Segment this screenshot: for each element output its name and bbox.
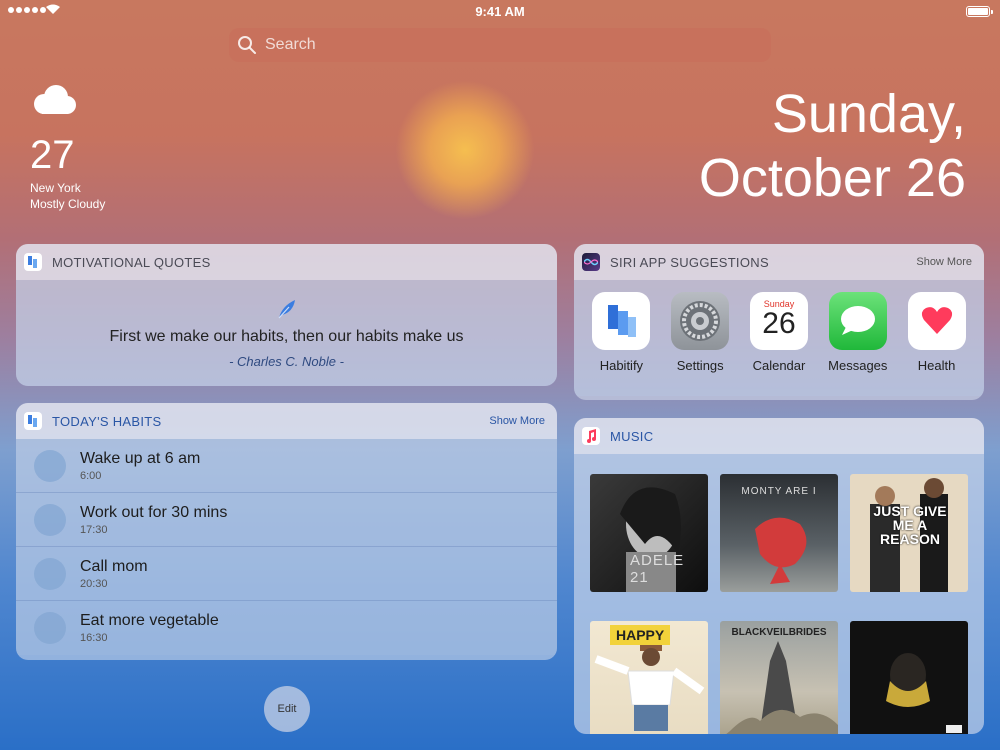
just-give-me-a-reason-album[interactable]: JUST GIVE ME A REASON: [850, 474, 968, 592]
habit-time: 20:30: [80, 577, 108, 590]
habitify-small-icon: [24, 253, 42, 271]
quotes-widget-header[interactable]: MOTIVATIONAL QUOTES: [16, 244, 557, 280]
siri-widget-header[interactable]: SIRI APP SUGGESTIONS Show More: [574, 244, 984, 280]
quote-body: First we make our habits, then our habit…: [16, 280, 557, 386]
music-note-icon: [582, 427, 600, 445]
quote-text: First we make our habits, then our habit…: [109, 327, 464, 345]
habit-time: 16:30: [80, 632, 108, 644]
album-cover-text: HAPPY: [610, 625, 671, 645]
app-calendar[interactable]: Sunday 26 Calendar: [744, 292, 814, 396]
monty-are-i-album[interactable]: MONTY ARE I: [720, 474, 838, 592]
music-widget-title: MUSIC: [610, 428, 654, 444]
siri-widget-title: SIRI APP SUGGESTIONS: [610, 254, 769, 270]
edit-button[interactable]: Edit: [264, 686, 310, 732]
weather-temperature: 27: [30, 133, 75, 177]
album-cover-text: BLACKVEILBRIDES: [731, 627, 827, 638]
app-label: Health: [917, 358, 956, 373]
dark-portrait-album[interactable]: [850, 621, 968, 734]
date-display: Sunday, October 26: [699, 82, 966, 210]
app-settings[interactable]: Settings: [665, 292, 735, 396]
siri-app-suggestions-widget[interactable]: SIRI APP SUGGESTIONS Show More Habitify …: [574, 244, 984, 400]
search-bar[interactable]: Search: [229, 28, 771, 62]
habitify-icon: [592, 292, 651, 350]
app-habitify[interactable]: Habitify: [586, 292, 656, 396]
search-placeholder[interactable]: Search: [265, 36, 316, 54]
siri-icon: [582, 253, 600, 271]
date-weekday: Sunday,: [771, 84, 966, 144]
habit-time: 6:00: [80, 469, 102, 482]
habit-checkbox[interactable]: [34, 503, 66, 536]
happy-album[interactable]: HAPPY: [590, 621, 708, 734]
status-bar: 9:41 AM: [0, 0, 1000, 22]
music-widget[interactable]: MUSIC ADELE 21 MONTY ARE I JUST GIVE ME …: [574, 418, 984, 734]
cloud-icon: [34, 85, 76, 114]
app-label: Settings: [676, 358, 724, 373]
habitify-small-icon: [24, 412, 42, 430]
adele-21-album[interactable]: ADELE 21: [590, 474, 708, 592]
habit-checkbox[interactable]: [34, 612, 66, 644]
app-health[interactable]: Health: [902, 292, 972, 396]
album-cover-text: ADELE 21: [630, 552, 685, 586]
habit-checkbox[interactable]: [34, 557, 66, 590]
habit-name: Work out for 30 mins: [80, 503, 228, 521]
background-sun: [395, 80, 535, 220]
app-label: Messages: [828, 358, 888, 373]
habit-name: Eat more vegetable: [80, 612, 219, 629]
siri-apps-row: Habitify Settings Sunday 26 Calendar Mes…: [574, 280, 984, 396]
black-veil-brides-album[interactable]: BLACKVEILBRIDES: [720, 621, 838, 734]
habits-list: Wake up at 6 am 6:00 Work out for 30 min…: [16, 439, 557, 655]
habits-widget-title: TODAY'S HABITS: [52, 413, 162, 429]
habit-name: Wake up at 6 am: [80, 449, 201, 467]
calendar-icon: Sunday 26: [749, 292, 808, 350]
motivational-quotes-widget[interactable]: MOTIVATIONAL QUOTES First we make our ha…: [16, 244, 557, 386]
calendar-day-number: 26: [762, 307, 796, 340]
habits-widget-header[interactable]: TODAY'S HABITS Show More: [16, 403, 557, 439]
habit-checkbox[interactable]: [34, 449, 66, 482]
music-widget-header[interactable]: MUSIC: [574, 418, 984, 454]
quotes-widget-title: MOTIVATIONAL QUOTES: [52, 254, 211, 270]
settings-icon: [671, 292, 730, 350]
feather-icon: [278, 299, 295, 318]
music-albums-grid: ADELE 21 MONTY ARE I JUST GIVE ME A REAS…: [574, 454, 984, 734]
messages-icon: [828, 292, 887, 350]
status-time: 9:41 AM: [475, 4, 525, 19]
habit-row[interactable]: Wake up at 6 am 6:00: [16, 439, 557, 493]
search-icon: [238, 36, 256, 54]
health-icon: [907, 292, 966, 350]
todays-habits-widget[interactable]: TODAY'S HABITS Show More Wake up at 6 am…: [16, 403, 557, 660]
habits-show-more-button[interactable]: Show More: [489, 415, 545, 427]
weather-widget[interactable]: 27 New York Mostly Cloudy: [30, 84, 105, 211]
habit-row[interactable]: Eat more vegetable 16:30: [16, 601, 557, 655]
app-label: Habitify: [599, 358, 644, 373]
habit-name: Call mom: [80, 557, 148, 575]
weather-city: New York: [30, 181, 81, 195]
habit-row[interactable]: Work out for 30 mins 17:30: [16, 493, 557, 547]
album-cover-text: MONTY ARE I: [741, 486, 817, 497]
date-month-day: October 26: [698, 148, 966, 208]
album-cover-text: JUST GIVE ME A REASON: [873, 503, 947, 547]
album-art: [886, 653, 962, 733]
app-label: Calendar: [752, 358, 806, 373]
habit-time: 17:30: [80, 523, 108, 536]
quote-author: - Charles C. Noble -: [229, 353, 344, 369]
siri-show-more-button[interactable]: Show More: [916, 256, 972, 268]
app-messages[interactable]: Messages: [823, 292, 893, 396]
battery-icon: [966, 6, 993, 17]
weather-condition: Mostly Cloudy: [30, 197, 106, 211]
habit-row[interactable]: Call mom 20:30: [16, 547, 557, 601]
